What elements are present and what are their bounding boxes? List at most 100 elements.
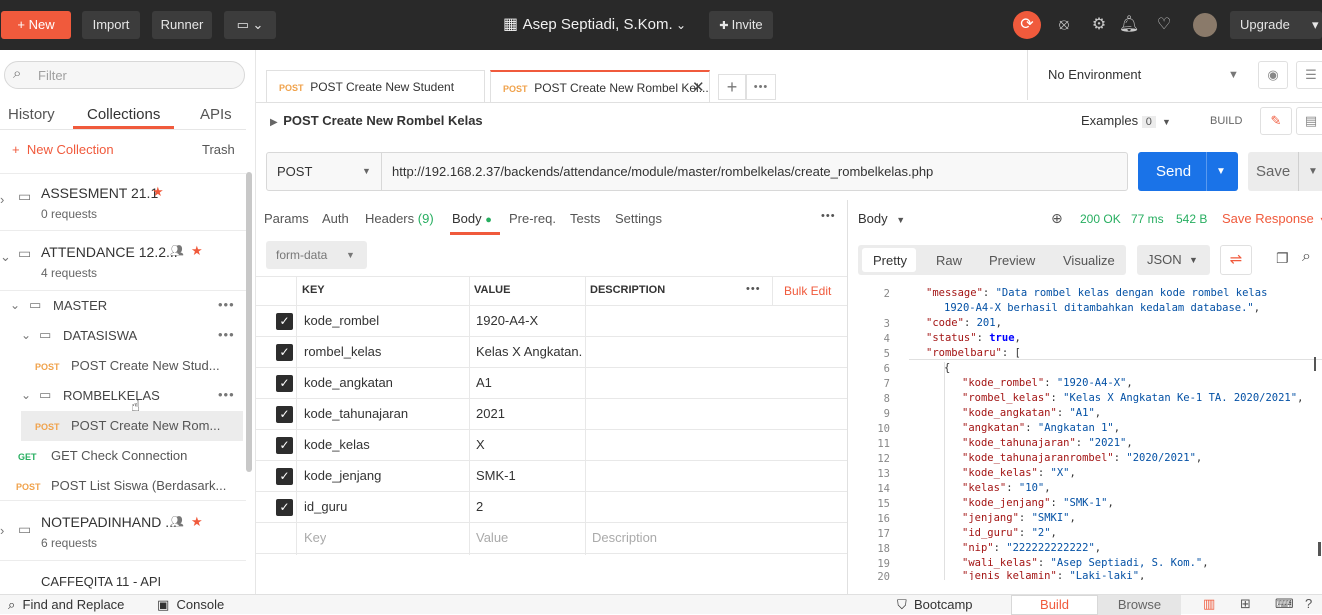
tab-pre-request[interactable]: Pre-req. (509, 211, 556, 226)
two-pane-icon[interactable]: ▥ (1203, 596, 1215, 612)
caret-down-icon[interactable]: ▼ (1308, 152, 1318, 191)
folder-item-master[interactable]: ⌄ ▭ MASTER ••• (0, 291, 246, 321)
row-key[interactable]: kode_angkatan (304, 375, 464, 390)
new-collection-button[interactable]: + New Collection (12, 142, 114, 157)
gear-icon[interactable]: ⚙ (1088, 14, 1110, 36)
row-checkbox[interactable]: ✓ (276, 468, 293, 485)
more-icon[interactable]: ••• (218, 387, 235, 402)
more-icon[interactable]: ••• (746, 74, 776, 100)
star-icon[interactable]: ★ (191, 243, 203, 259)
value-input[interactable]: Value (476, 530, 508, 545)
row-checkbox[interactable]: ✓ (276, 437, 293, 454)
wrap-lines-icon[interactable]: ⇌ (1220, 245, 1252, 275)
new-button[interactable]: + New (1, 11, 71, 39)
row-value[interactable]: SMK-1 (476, 468, 583, 483)
invite-button[interactable]: ✚ Invite (709, 11, 773, 39)
row-key[interactable]: kode_rombel (304, 313, 464, 328)
more-icon[interactable]: ••• (746, 283, 761, 295)
request-tab[interactable]: POST POST Create New Student (266, 70, 485, 102)
keyboard-icon[interactable]: ⌨ (1275, 596, 1294, 612)
format-select[interactable]: JSON ▼ (1137, 245, 1210, 275)
comment-icon[interactable]: ▤ (1296, 107, 1322, 135)
satellite-icon[interactable]: ⦻ (1053, 14, 1075, 36)
row-value[interactable]: A1 (476, 375, 583, 390)
grid-icon[interactable]: ⊞ (1240, 596, 1251, 612)
tab-pretty[interactable]: Pretty (873, 253, 907, 268)
body-type-select[interactable]: form-data ▼ (266, 241, 367, 269)
tab-preview[interactable]: Preview (989, 253, 1035, 268)
sync-icon[interactable]: ⟳ (1013, 11, 1041, 39)
folder-item-datasiswa[interactable]: ⌄ ▭ DATASISWA ••• (0, 321, 246, 351)
star-icon[interactable]: ★ (152, 184, 164, 200)
request-title[interactable]: ▶ POST Create New Rombel Kelas (270, 113, 483, 128)
tab-collections[interactable]: Collections (87, 106, 160, 123)
description-input[interactable]: Description (592, 530, 657, 545)
tab-tests[interactable]: Tests (570, 211, 600, 226)
close-icon[interactable]: ✕ (692, 72, 705, 104)
examples-dropdown[interactable]: Examples 0 ▼ (1081, 113, 1171, 128)
star-icon[interactable]: ★ (191, 514, 203, 530)
sliders-icon[interactable]: ☰ (1296, 61, 1322, 89)
tab-raw[interactable]: Raw (936, 253, 962, 268)
tab-headers[interactable]: Headers (9) (365, 211, 434, 226)
upgrade-button[interactable]: Upgrade ▾ (1230, 11, 1322, 39)
row-value[interactable]: X (476, 437, 583, 452)
request-item-active[interactable]: POST POST Create New Rom... (21, 411, 243, 441)
runner-button[interactable]: Runner (152, 11, 212, 39)
url-input[interactable]: http://192.168.2.37/backends/attendance/… (392, 152, 1122, 191)
key-input[interactable]: Key (304, 530, 326, 545)
bulk-edit-link[interactable]: Bulk Edit (784, 284, 831, 298)
folder-item-rombelkelas[interactable]: ⌄ ▭ ROMBELKELAS ••• ☝ (0, 381, 246, 415)
search-icon[interactable]: ⌕ (1302, 248, 1311, 266)
response-body-dropdown[interactable]: Body ▼ (858, 211, 905, 226)
save-button[interactable]: Save ▼ (1248, 152, 1322, 191)
avatar[interactable] (1193, 13, 1217, 37)
bootcamp-button[interactable]: ⛉ Bootcamp (897, 597, 973, 613)
pencil-icon[interactable]: ✎ (1260, 107, 1292, 135)
collection-item[interactable]: › ▭ ASSESMENT 21.1 ★ 0 requests (0, 173, 246, 231)
more-icon[interactable]: ••• (821, 210, 836, 222)
row-checkbox[interactable]: ✓ (276, 406, 293, 423)
copy-icon[interactable]: ❐ (1276, 250, 1289, 267)
browse-mode-button[interactable]: Browse (1098, 595, 1181, 615)
row-checkbox[interactable]: ✓ (276, 313, 293, 330)
caret-down-icon[interactable]: ▼ (1216, 152, 1226, 191)
tab-auth[interactable]: Auth (322, 211, 349, 226)
help-icon[interactable]: ? (1305, 596, 1312, 611)
trash-button[interactable]: Trash (202, 142, 235, 157)
filter-input[interactable]: ⌕ Filter (4, 61, 245, 89)
request-item[interactable]: GET GET Check Connection (0, 441, 246, 471)
row-key[interactable]: id_guru (304, 499, 464, 514)
method-select[interactable]: POST ▼ (266, 152, 382, 191)
tab-history[interactable]: History (8, 106, 55, 123)
collection-item[interactable]: CAFFEQITA 11 - API (0, 561, 246, 594)
row-key[interactable]: kode_tahunajaran (304, 406, 464, 421)
request-item[interactable]: POST POST List Siswa (Berdasark... (0, 471, 246, 501)
tab-settings[interactable]: Settings (615, 211, 662, 226)
row-checkbox[interactable]: ✓ (276, 344, 293, 361)
request-tab-active[interactable]: POST POST Create New Rombel Kel... ✕ (490, 70, 710, 102)
heart-icon[interactable]: ♡ (1153, 14, 1175, 36)
workspace-switcher[interactable]: ▦ Asep Septiadi, S.Kom. ⌄ (503, 0, 686, 50)
save-response-button[interactable]: Save Response ▼ (1222, 211, 1322, 226)
tab-params[interactable]: Params (264, 211, 309, 226)
environment-select[interactable]: No Environment ▼ (1038, 61, 1248, 89)
collection-item[interactable]: ⌄ ▭ ATTENDANCE 12.2... 👥︎ ★ 4 requests (0, 231, 246, 291)
row-checkbox[interactable]: ✓ (276, 375, 293, 392)
row-key[interactable]: rombel_kelas (304, 344, 464, 359)
row-value[interactable]: 2 (476, 499, 583, 514)
globe-icon[interactable]: ⊕ (1051, 210, 1063, 227)
add-tab-icon[interactable]: + (718, 74, 746, 100)
scrollbar[interactable] (246, 172, 252, 472)
collection-item[interactable]: › ▭ NOTEPADINHAND ... 👥︎ ★ 6 requests (0, 501, 246, 561)
tab-visualize[interactable]: Visualize (1063, 253, 1115, 268)
request-item[interactable]: POST POST Create New Stud... (0, 351, 246, 381)
eye-icon[interactable]: ◉ (1258, 61, 1288, 89)
more-icon[interactable]: ••• (218, 327, 235, 342)
build-mode-button[interactable]: Build (1011, 595, 1098, 615)
tab-body[interactable]: Body ● (452, 211, 492, 226)
row-value[interactable]: 1920-A4-X (476, 313, 583, 328)
tab-apis[interactable]: APIs (200, 106, 232, 123)
row-value[interactable]: 2021 (476, 406, 583, 421)
console-button[interactable]: ▣ Console (157, 597, 224, 613)
